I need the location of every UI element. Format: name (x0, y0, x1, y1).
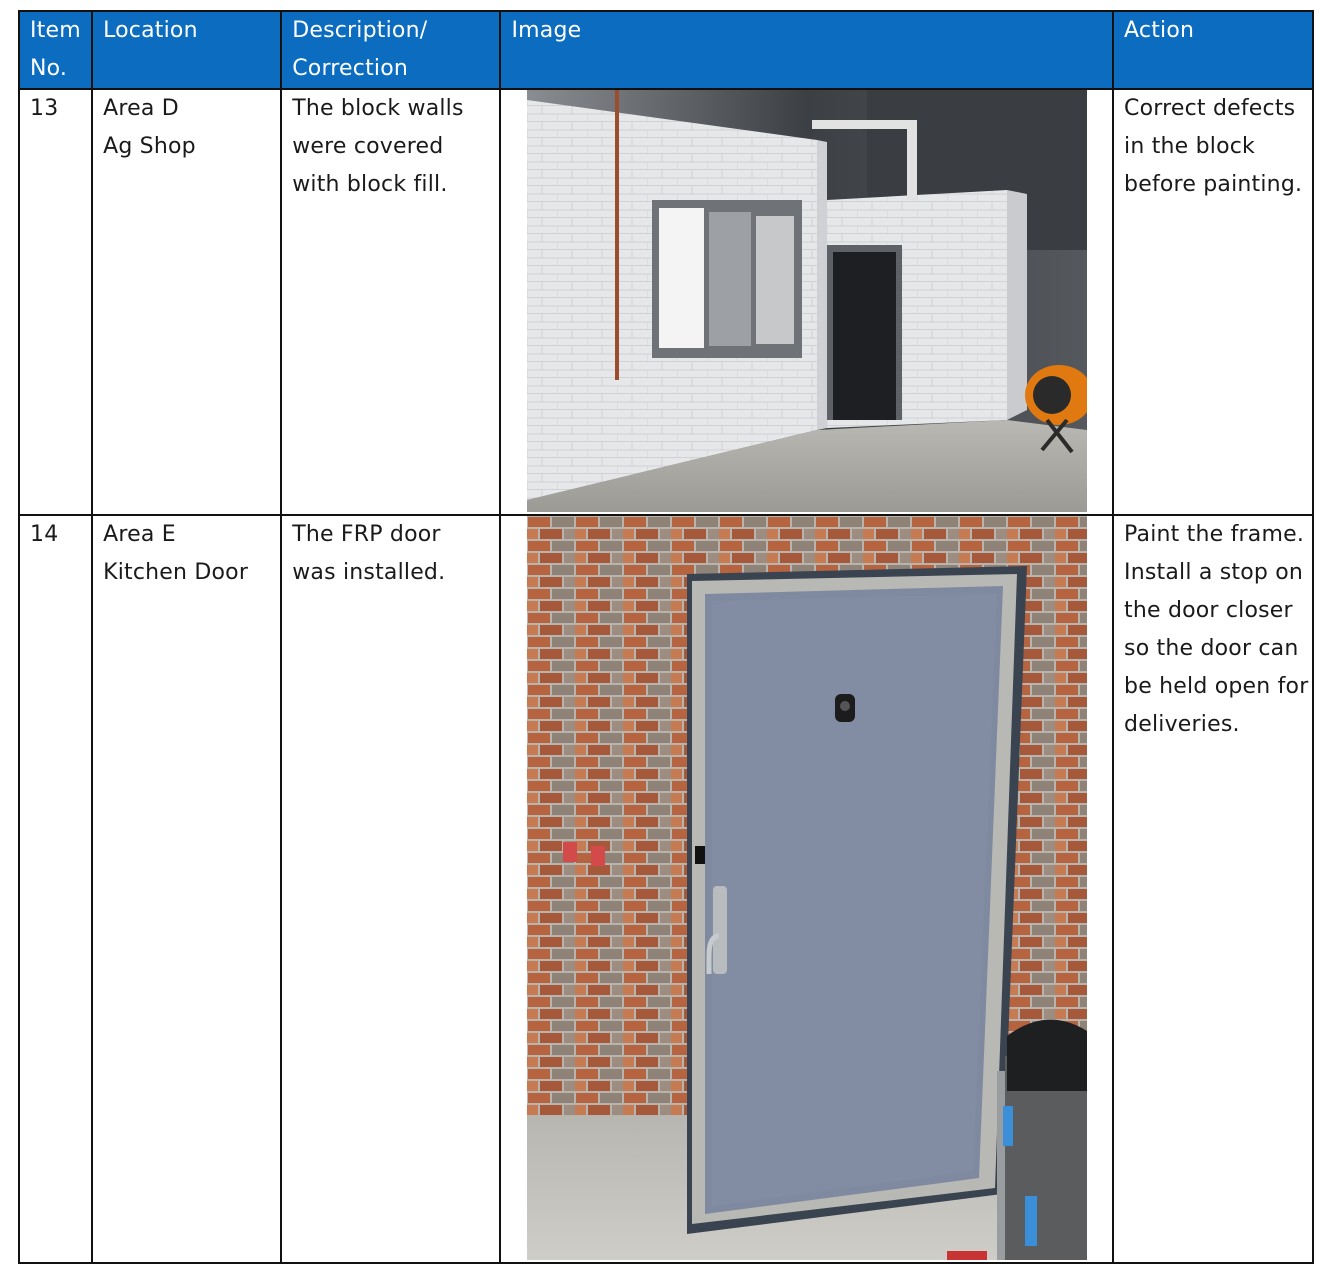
image-cell (499, 88, 1115, 516)
location-line: Area D (103, 96, 179, 121)
action-cell: Paint the frame. Install a stop on the d… (1112, 514, 1314, 1264)
header-location: Location (91, 10, 283, 90)
header-action: Action (1112, 10, 1314, 90)
action-line: so the door can (1124, 636, 1299, 661)
ag-shop-block-wall-photo (526, 90, 1087, 512)
action-cell: Correct defects in the block before pain… (1112, 88, 1314, 516)
table-row: 13 Area D Ag Shop The block walls were c… (17, 88, 1314, 516)
location-line: Area E (103, 522, 176, 547)
location-line: Ag Shop (103, 134, 196, 159)
header-item-line: Item (30, 18, 81, 43)
image-cell (499, 514, 1115, 1264)
header-item-no: Item No. (17, 10, 94, 90)
description-cell: The FRP door was installed. (280, 514, 502, 1264)
header-row: Item No. Location Description/ Correctio… (17, 10, 1314, 90)
description-line: was installed. (292, 560, 446, 585)
action-line: deliveries. (1124, 712, 1240, 737)
table-row: 14 Area E Kitchen Door The FRP door was … (17, 514, 1314, 1264)
item-number: 13 (17, 88, 94, 516)
description-line: The block walls (292, 96, 464, 121)
description-line: were covered (292, 134, 444, 159)
description-cell: The block walls were covered with block … (280, 88, 502, 516)
item-number: 14 (17, 514, 94, 1264)
description-line: with block fill. (292, 172, 448, 197)
location-line: Kitchen Door (103, 560, 249, 585)
action-line: Paint the frame. (1124, 522, 1305, 547)
action-line: Install a stop on (1124, 560, 1304, 585)
action-line: be held open for (1124, 674, 1309, 699)
action-line: the door closer (1124, 598, 1293, 623)
description-line: The FRP door (292, 522, 441, 547)
action-line: Correct defects (1124, 96, 1296, 121)
action-line: before painting. (1124, 172, 1303, 197)
header-image: Image (499, 10, 1115, 90)
action-line: in the block (1124, 134, 1255, 159)
header-description: Description/ Correction (280, 10, 502, 90)
header-description-line-1: Description/ (292, 18, 428, 43)
defect-report-table: Item No. Location Description/ Correctio… (17, 10, 1314, 1264)
header-no-line: No. (30, 56, 68, 81)
location-cell: Area D Ag Shop (91, 88, 283, 516)
kitchen-door-photo (526, 516, 1087, 1260)
header-description-line-2: Correction (292, 56, 409, 81)
location-cell: Area E Kitchen Door (91, 514, 283, 1264)
